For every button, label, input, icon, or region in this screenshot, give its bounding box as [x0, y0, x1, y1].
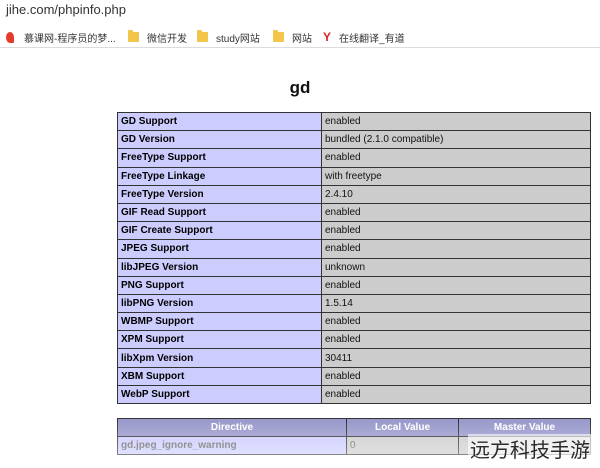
setting-value: 30411	[321, 348, 591, 368]
youdao-icon: Y	[323, 30, 332, 44]
setting-value: bundled (2.1.0 compatible)	[321, 130, 591, 150]
url-text[interactable]: jihe.com/phpinfo.php	[6, 2, 126, 17]
info-row: FreeType Support enabled	[117, 148, 591, 168]
info-row: FreeType Version 2.4.10	[117, 184, 591, 204]
setting-name: GD Version	[117, 130, 322, 150]
bookmark-label: 微信开发	[147, 33, 187, 45]
info-row: JPEG Support enabled	[117, 239, 591, 259]
bookmarks-bar: 慕课网-程序员的梦... 微信开发 study网站 网站 Y 在线翻译_有道	[0, 26, 600, 48]
setting-value: enabled	[321, 148, 591, 168]
setting-value: enabled	[321, 384, 591, 405]
site-logo-icon	[6, 31, 14, 43]
setting-value: with freetype	[321, 166, 591, 186]
folder-icon	[128, 30, 139, 42]
watermark: 远方科技手游	[468, 434, 592, 463]
info-row: GD Version bundled (2.1.0 compatible)	[117, 130, 591, 150]
setting-name: WBMP Support	[117, 312, 322, 332]
info-row: PNG Support enabled	[117, 275, 591, 295]
setting-value: enabled	[321, 111, 591, 132]
setting-value: enabled	[321, 221, 591, 241]
bookmark-imooc[interactable]: 慕课网-程序员的梦...	[6, 29, 116, 45]
folder-icon	[197, 30, 208, 42]
directive-header: Directive	[117, 418, 347, 437]
info-row: WebP Support enabled	[117, 384, 591, 405]
local-value-header: Local Value	[346, 418, 459, 437]
section-title: gd	[289, 78, 311, 97]
setting-name: libXpm Version	[117, 348, 322, 368]
bookmark-study-sites[interactable]: study网站	[197, 29, 260, 45]
bookmark-wechat-dev[interactable]: 微信开发	[128, 29, 187, 45]
info-row: FreeType Linkage with freetype	[117, 166, 591, 186]
setting-name: JPEG Support	[117, 239, 322, 259]
info-row: libJPEG Version unknown	[117, 257, 591, 277]
info-row: XPM Support enabled	[117, 330, 591, 350]
info-row: WBMP Support enabled	[117, 312, 591, 332]
setting-name: FreeType Linkage	[117, 166, 322, 186]
bookmark-label: 慕课网-程序员的梦...	[24, 33, 116, 45]
setting-value: enabled	[321, 330, 591, 350]
setting-value: 1.5.14	[321, 293, 591, 314]
setting-name: GD Support	[117, 111, 322, 132]
setting-name: GIF Read Support	[117, 202, 322, 223]
setting-name: FreeType Version	[117, 184, 322, 204]
setting-value: enabled	[321, 366, 591, 386]
setting-name: XPM Support	[117, 330, 322, 350]
directive-local-value: 0	[346, 436, 459, 455]
info-row: libXpm Version 30411	[117, 348, 591, 368]
setting-name: XBM Support	[117, 366, 322, 386]
setting-value: enabled	[321, 202, 591, 223]
info-row: GIF Read Support enabled	[117, 202, 591, 223]
setting-value: enabled	[321, 275, 591, 295]
bookmark-label: 在线翻译_有道	[339, 33, 405, 45]
setting-value: enabled	[321, 239, 591, 259]
folder-icon	[273, 30, 284, 42]
setting-value: 2.4.10	[321, 184, 591, 204]
gd-info-table: GD Support enabled GD Version bundled (2.1.…	[117, 111, 591, 405]
directive-name: gd.jpeg_ignore_warning	[117, 436, 347, 455]
bookmark-youdao[interactable]: Y 在线翻译_有道	[323, 29, 405, 45]
info-row: GD Support enabled	[117, 111, 591, 132]
setting-name: FreeType Support	[117, 148, 322, 168]
setting-name: GIF Create Support	[117, 221, 322, 241]
setting-name: libJPEG Version	[117, 257, 322, 277]
setting-value: enabled	[321, 312, 591, 332]
setting-name: WebP Support	[117, 384, 322, 405]
setting-name: libPNG Version	[117, 293, 322, 314]
info-row: libPNG Version 1.5.14	[117, 293, 591, 314]
info-row: XBM Support enabled	[117, 366, 591, 386]
bookmark-sites[interactable]: 网站	[273, 29, 312, 45]
info-row: GIF Create Support enabled	[117, 221, 591, 241]
bookmark-label: study网站	[216, 33, 260, 45]
setting-name: PNG Support	[117, 275, 322, 295]
address-bar[interactable]: jihe.com/phpinfo.php	[0, 0, 600, 22]
setting-value: unknown	[321, 257, 591, 277]
bookmark-label: 网站	[292, 33, 312, 45]
